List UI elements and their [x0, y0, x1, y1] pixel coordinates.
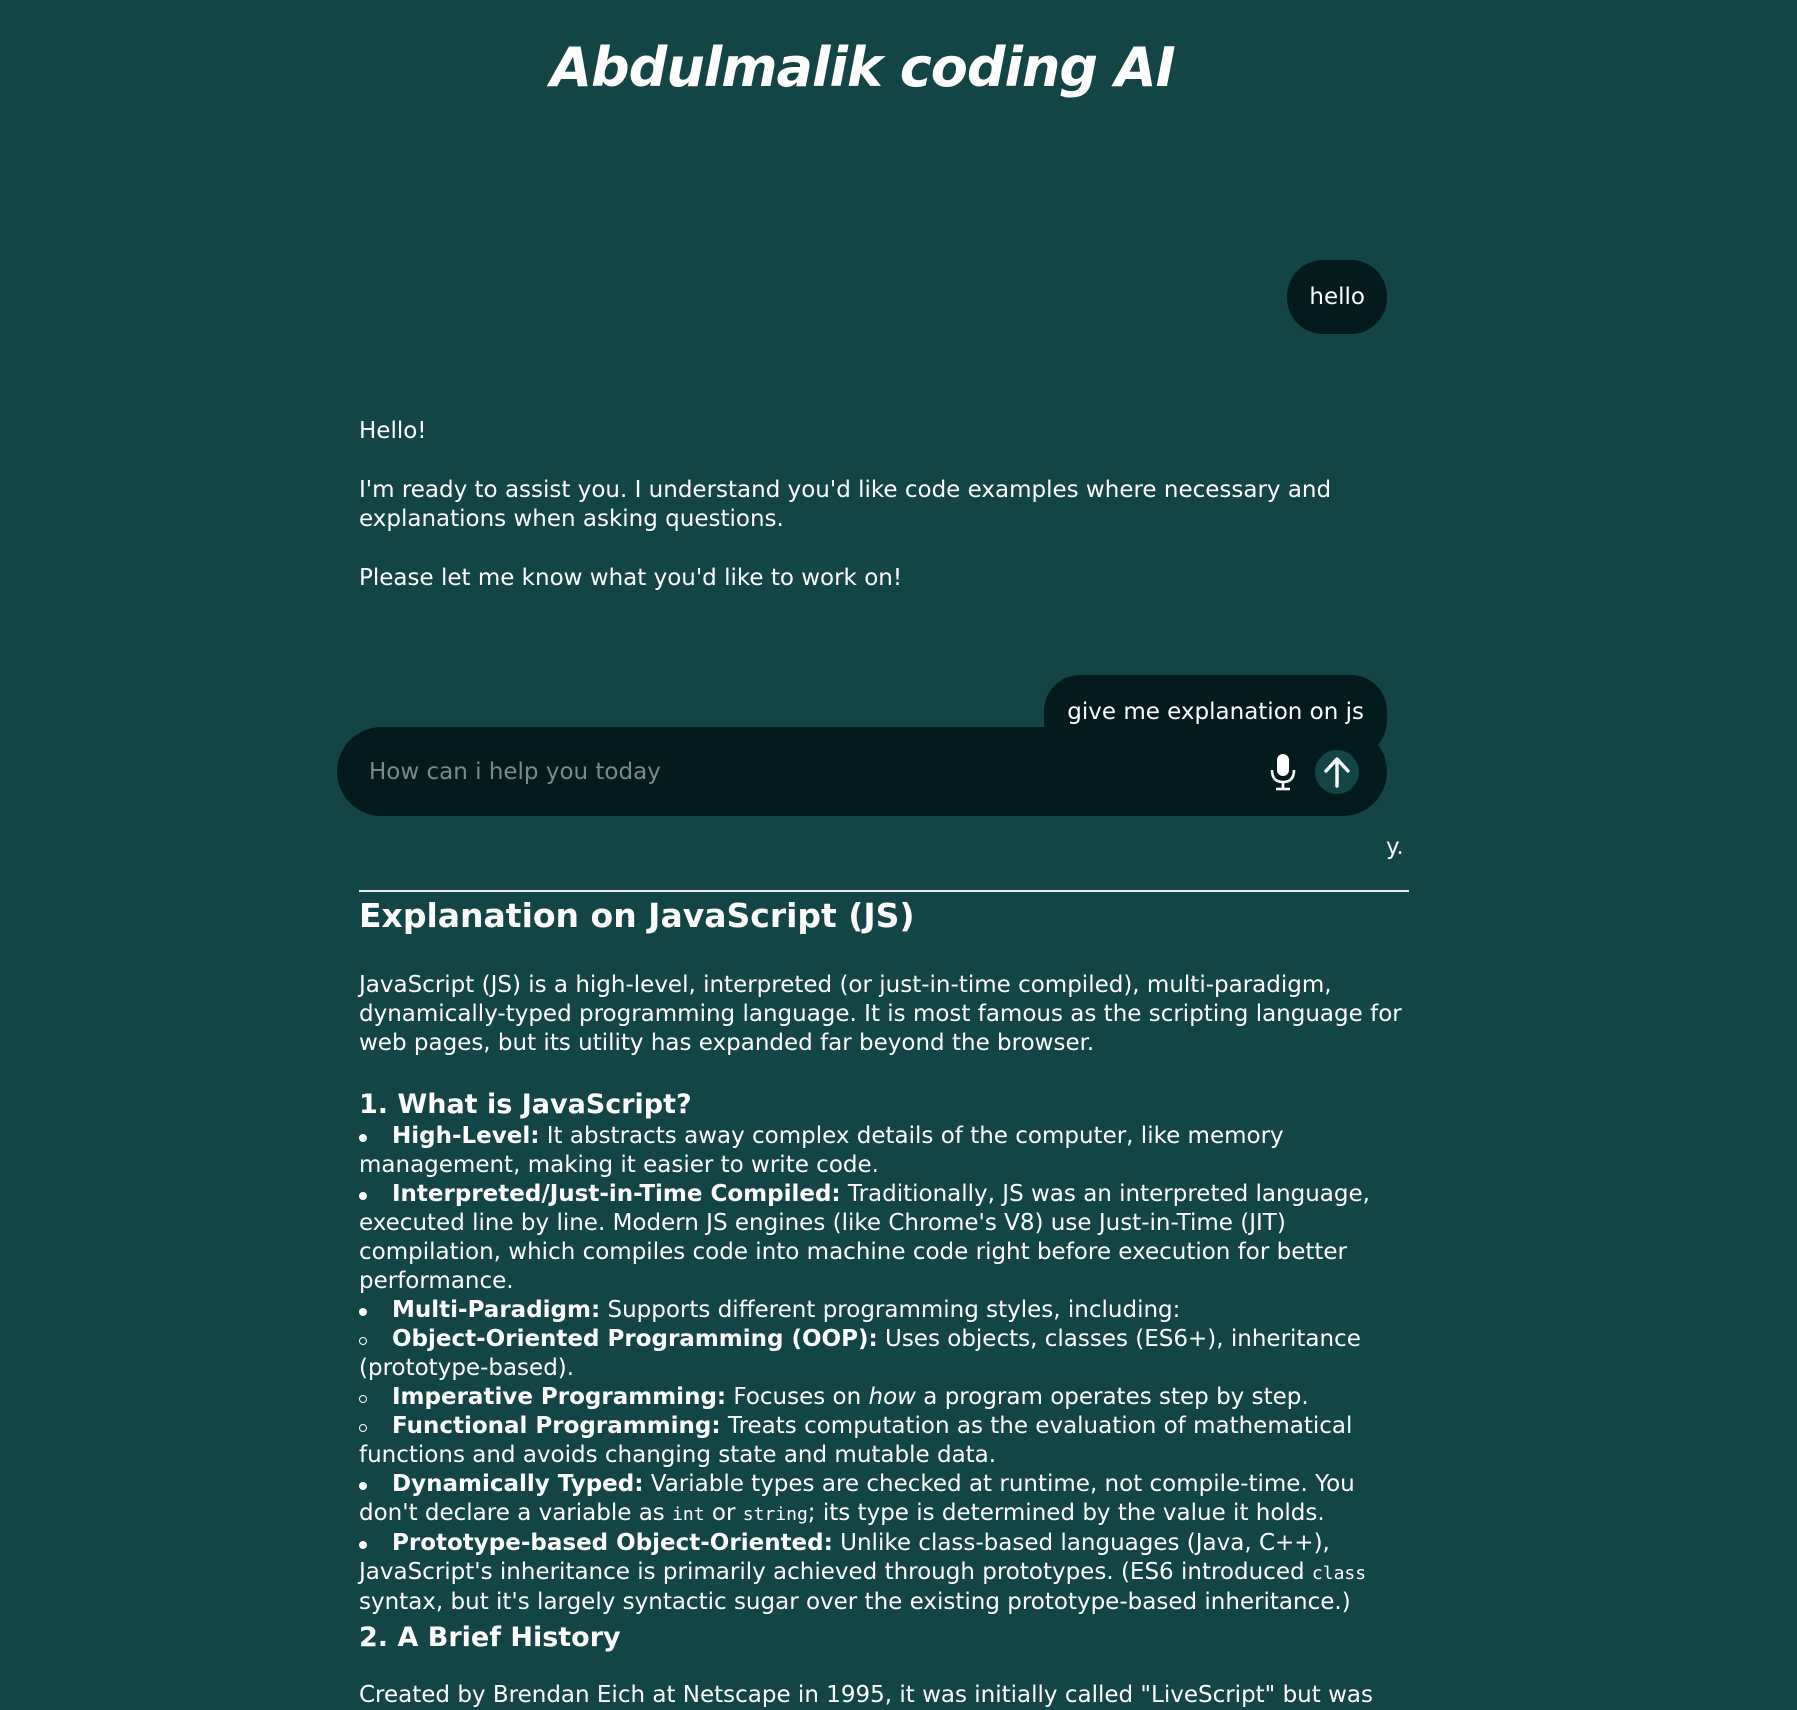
bullet-icon	[359, 1134, 367, 1142]
list-item: Object-Oriented Programming (OOP): Uses …	[359, 1326, 1361, 1381]
bullet-icon	[359, 1308, 367, 1316]
section-heading: 1. What is JavaScript?	[359, 1089, 692, 1120]
circle-bullet-icon	[359, 1395, 367, 1403]
reply-intro: JavaScript (JS) is a high-level, interpr…	[359, 972, 1402, 1056]
user-message-text: hello	[1309, 284, 1365, 310]
list-item: Functional Programming: Treats computati…	[359, 1413, 1353, 1468]
user-message-bubble: hello	[1287, 260, 1387, 334]
bullet-icon	[359, 1192, 367, 1200]
microphone-icon	[1270, 753, 1296, 790]
list-item: High-Level: It abstracts away complex de…	[359, 1123, 1284, 1178]
prompt-input[interactable]	[367, 757, 1263, 786]
bullet-icon	[359, 1541, 367, 1549]
section-text: Created by Brendan Eich at Netscape in 1…	[359, 1682, 1373, 1708]
list-item: Dynamically Typed: Variable types are ch…	[359, 1471, 1355, 1526]
circle-bullet-icon	[359, 1424, 367, 1432]
ai-reply-paragraph: I'm ready to assist you. I understand yo…	[359, 477, 1332, 532]
list-item: Interpreted/Just-in-Time Compiled: Tradi…	[359, 1181, 1370, 1294]
ai-reply: Explanation on JavaScript (JS) JavaScrip…	[359, 895, 1409, 1710]
ai-reply-paragraph: Please let me know what you'd like to wo…	[359, 565, 903, 591]
microphone-button[interactable]	[1263, 748, 1303, 796]
divider	[359, 890, 1409, 892]
bullet-icon	[359, 1482, 367, 1490]
feature-list: High-Level: It abstracts away complex de…	[359, 1122, 1409, 1617]
list-item: Prototype-based Object-Oriented: Unlike …	[359, 1530, 1367, 1615]
ai-reply: Hello! I'm ready to assist you. I unders…	[359, 417, 1409, 623]
send-button[interactable]	[1315, 749, 1359, 794]
list-item: Imperative Programming: Focuses on how a…	[359, 1383, 1409, 1412]
chat-composer	[337, 727, 1387, 816]
user-message-text: give me explanation on js	[1067, 699, 1364, 725]
app-title: Abdulmalik coding AI	[550, 36, 1176, 99]
ai-reply-paragraph: Hello!	[359, 418, 427, 444]
circle-bullet-icon	[359, 1337, 367, 1345]
section-heading: 2. A Brief History	[359, 1622, 621, 1653]
reply-heading: Explanation on JavaScript (JS)	[359, 896, 915, 935]
partial-text: y.	[1386, 834, 1404, 860]
list-item: Multi-Paradigm: Supports different progr…	[359, 1296, 1409, 1325]
arrow-up-icon	[1324, 756, 1350, 788]
